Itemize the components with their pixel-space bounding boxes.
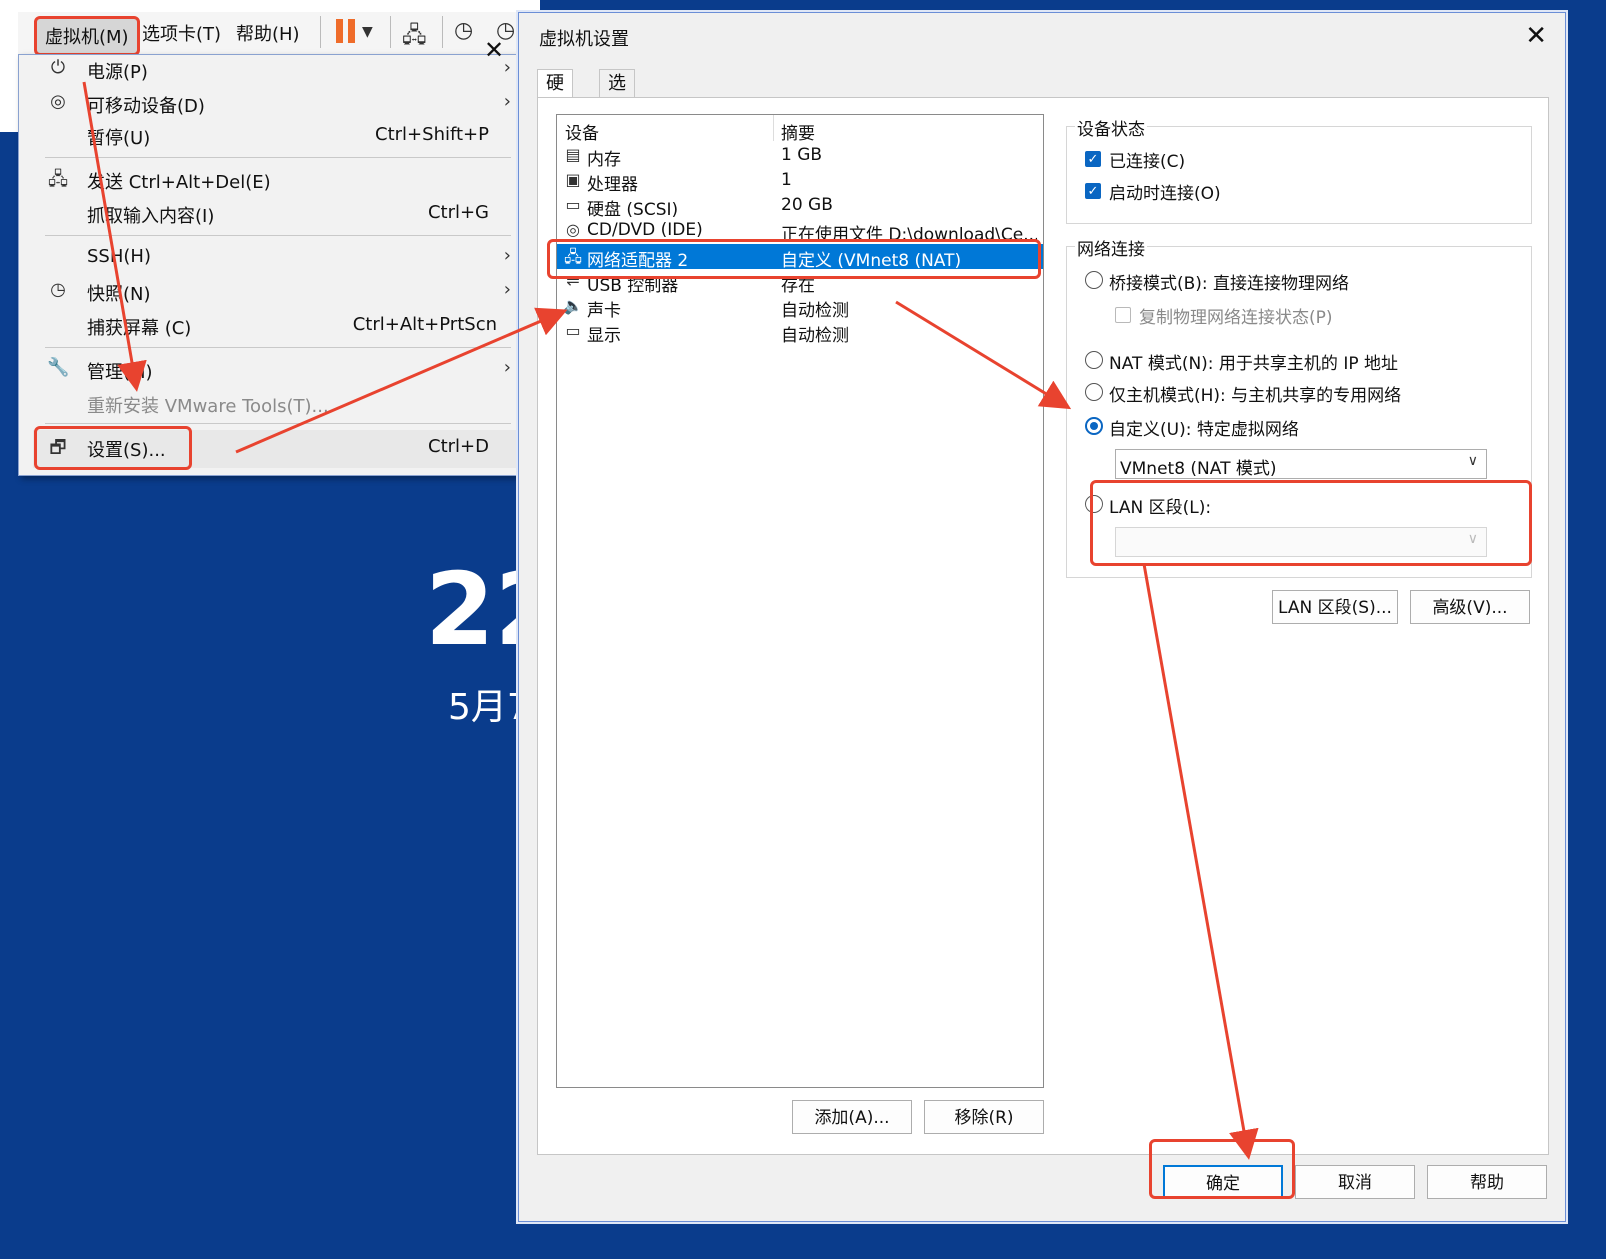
annotation-arrows [82,81,1259,1160]
arrow-menu-to-settings [82,81,147,392]
arrow-custom-to-ok [1142,563,1259,1160]
arrow-network-to-custom [895,300,1072,410]
arrow-settings-to-network [235,307,568,454]
